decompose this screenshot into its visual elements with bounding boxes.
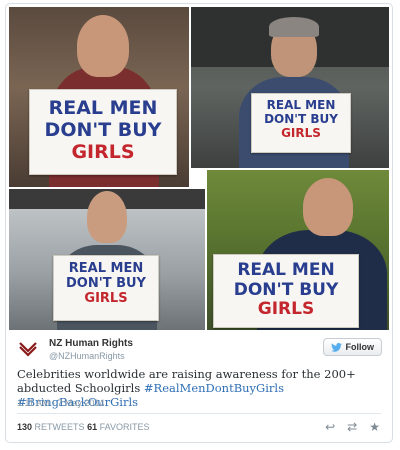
tweet-meta: NZ Human Rights @NZHumanRights Follow Ce… xyxy=(6,330,392,442)
sign-line-1: REAL MEN xyxy=(237,260,335,280)
sign-line-1: REAL MEN xyxy=(68,261,144,276)
retweet-count[interactable]: 130 xyxy=(17,422,32,432)
divider xyxy=(17,413,381,414)
account-handle[interactable]: @NZHumanRights xyxy=(49,351,125,361)
twitter-bird-icon xyxy=(330,342,342,352)
retweet-icon[interactable]: ⇄ xyxy=(347,420,357,434)
tweet-card: REAL MEN DON'T BUY GIRLS REAL MEN DON'T … xyxy=(5,3,393,443)
tweet-actions: ↩ ⇄ ★ xyxy=(325,420,380,434)
protest-sign: REAL MEN DON'T BUY GIRLS xyxy=(53,255,159,321)
favorite-icon[interactable]: ★ xyxy=(369,420,380,434)
protest-sign: REAL MEN DON'T BUY GIRLS xyxy=(213,254,359,328)
follow-button[interactable]: Follow xyxy=(322,338,382,356)
person-head xyxy=(77,15,129,77)
follow-label: Follow xyxy=(345,342,375,352)
person-head xyxy=(87,191,127,243)
sign-line-3: GIRLS xyxy=(257,299,315,320)
sign-line-1: REAL MEN xyxy=(266,98,336,112)
hashtag-link[interactable]: #RealMenDontBuyGirls xyxy=(144,381,284,395)
protest-sign: REAL MEN DON'T BUY GIRLS xyxy=(251,93,351,153)
favorites-label[interactable]: FAVORITES xyxy=(100,422,150,432)
account-name[interactable]: NZ Human Rights xyxy=(49,338,133,349)
tweet-stats: 130 RETWEETS 61 FAVORITES xyxy=(17,422,149,432)
retweets-label[interactable]: RETWEETS xyxy=(35,422,85,432)
beanie xyxy=(269,17,319,37)
sign-line-3: GIRLS xyxy=(281,125,321,140)
protest-sign: REAL MEN DON'T BUY GIRLS xyxy=(29,89,177,175)
reply-icon[interactable]: ↩ xyxy=(325,420,335,434)
person-head xyxy=(303,178,353,236)
timestamp[interactable]: 1:11 AM - 7 May 2014 xyxy=(17,398,104,408)
sign-line-3: GIRLS xyxy=(71,140,135,163)
sign-line-2: DON'T BUY xyxy=(44,118,162,141)
photo-3[interactable]: REAL MEN DON'T BUY GIRLS xyxy=(9,189,205,330)
sign-line-2: DON'T BUY xyxy=(233,279,339,300)
photo-4[interactable]: REAL MEN DON'T BUY GIRLS xyxy=(207,170,389,330)
sign-line-2: DON'T BUY xyxy=(264,111,338,126)
sign-line-2: DON'T BUY xyxy=(66,275,146,291)
favorite-count[interactable]: 61 xyxy=(87,422,97,432)
sign-line-3: GIRLS xyxy=(84,290,128,306)
sign-line-1: REAL MEN xyxy=(48,97,158,119)
photo-grid[interactable]: REAL MEN DON'T BUY GIRLS REAL MEN DON'T … xyxy=(9,7,389,330)
avatar[interactable] xyxy=(17,337,39,359)
photo-1[interactable]: REAL MEN DON'T BUY GIRLS xyxy=(9,7,189,187)
photo-2[interactable]: REAL MEN DON'T BUY GIRLS xyxy=(191,7,389,168)
